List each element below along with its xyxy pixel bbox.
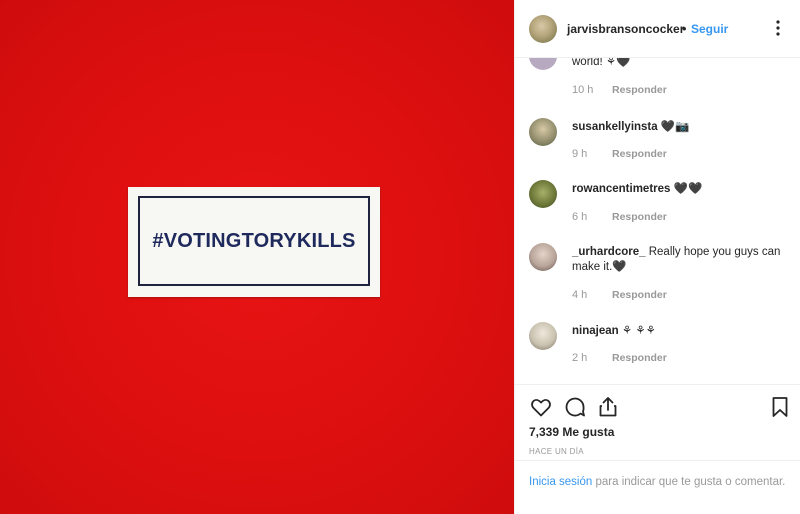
- comment-username[interactable]: rowancentimetres: [572, 183, 670, 195]
- comment-body: ⚘ ⚘⚘: [621, 325, 656, 337]
- commenter-avatar[interactable]: [529, 243, 557, 271]
- likes-count[interactable]: 7,339 Me gusta: [529, 425, 614, 439]
- comment-body: world! ⚘🖤: [572, 58, 631, 68]
- sticker-border: #VOTINGTORYKILLS: [138, 196, 370, 286]
- comment-time: 4 h: [572, 289, 588, 301]
- post-header: jarvisbransoncocker • Seguir: [515, 0, 800, 58]
- comment-text: ninajean ⚘ ⚘⚘: [572, 324, 787, 339]
- comment-meta: 10 h Responder: [572, 84, 667, 96]
- comment-icon[interactable]: [563, 395, 587, 419]
- separator-dot: •: [682, 21, 687, 36]
- comment-body: 🖤📷: [660, 121, 690, 133]
- sticker-text: #VOTINGTORYKILLS: [152, 229, 356, 252]
- comment-body: 🖤🖤: [673, 183, 703, 195]
- comment-username[interactable]: ninajean: [572, 325, 619, 337]
- comment-username[interactable]: susankellyinsta: [572, 121, 658, 133]
- post-side-panel: jarvisbransoncocker • Seguir world! ⚘🖤 1…: [514, 0, 800, 514]
- comment-meta: 6 h Responder: [572, 211, 667, 223]
- reply-button[interactable]: Responder: [612, 148, 667, 160]
- heart-icon[interactable]: [529, 395, 553, 419]
- comment-text: world! ⚘🖤: [572, 58, 787, 70]
- comment-time: 9 h: [572, 148, 588, 160]
- comment-time: 6 h: [572, 211, 588, 223]
- login-prompt-rest: para indicar que te gusta o comentar.: [592, 476, 786, 488]
- author-username[interactable]: jarvisbransoncocker: [567, 22, 684, 36]
- login-prompt: Inicia sesión para indicar que te gusta …: [515, 460, 800, 514]
- post-time: HACE UN DÍA: [529, 447, 584, 456]
- comment-meta: 4 h Responder: [572, 289, 667, 301]
- comment-time: 2 h: [572, 352, 588, 364]
- action-bar: 7,339 Me gusta HACE UN DÍA: [515, 384, 800, 472]
- login-prompt-text: Inicia sesión para indicar que te gusta …: [529, 474, 789, 491]
- comment-time: 10 h: [572, 84, 594, 96]
- sticker: #VOTINGTORYKILLS: [128, 187, 380, 297]
- commenter-avatar[interactable]: [529, 180, 557, 208]
- comment-meta: 9 h Responder: [572, 148, 667, 160]
- comment-meta: 2 h Responder: [572, 352, 667, 364]
- reply-button[interactable]: Responder: [612, 352, 667, 364]
- comments-list[interactable]: world! ⚘🖤 10 h Responder susankellyinsta …: [515, 58, 800, 384]
- comment-text: rowancentimetres 🖤🖤: [572, 182, 787, 197]
- bookmark-icon[interactable]: [768, 395, 792, 419]
- share-icon[interactable]: [596, 395, 620, 419]
- reply-button[interactable]: Responder: [612, 289, 667, 301]
- commenter-avatar[interactable]: [529, 322, 557, 350]
- commenter-avatar[interactable]: [529, 118, 557, 146]
- more-options-icon[interactable]: [770, 18, 786, 38]
- login-link[interactable]: Inicia sesión: [529, 476, 592, 488]
- comment-text: _urhardcore_ Really hope you guys can ma…: [572, 245, 787, 275]
- follow-button[interactable]: Seguir: [691, 22, 728, 36]
- reply-button[interactable]: Responder: [612, 84, 667, 96]
- reply-button[interactable]: Responder: [612, 211, 667, 223]
- comment-username[interactable]: _urhardcore_: [572, 246, 646, 258]
- commenter-avatar[interactable]: [529, 58, 557, 70]
- comment-text: susankellyinsta 🖤📷: [572, 120, 787, 135]
- post-photo: #VOTINGTORYKILLS: [0, 0, 514, 514]
- author-avatar[interactable]: [529, 15, 557, 43]
